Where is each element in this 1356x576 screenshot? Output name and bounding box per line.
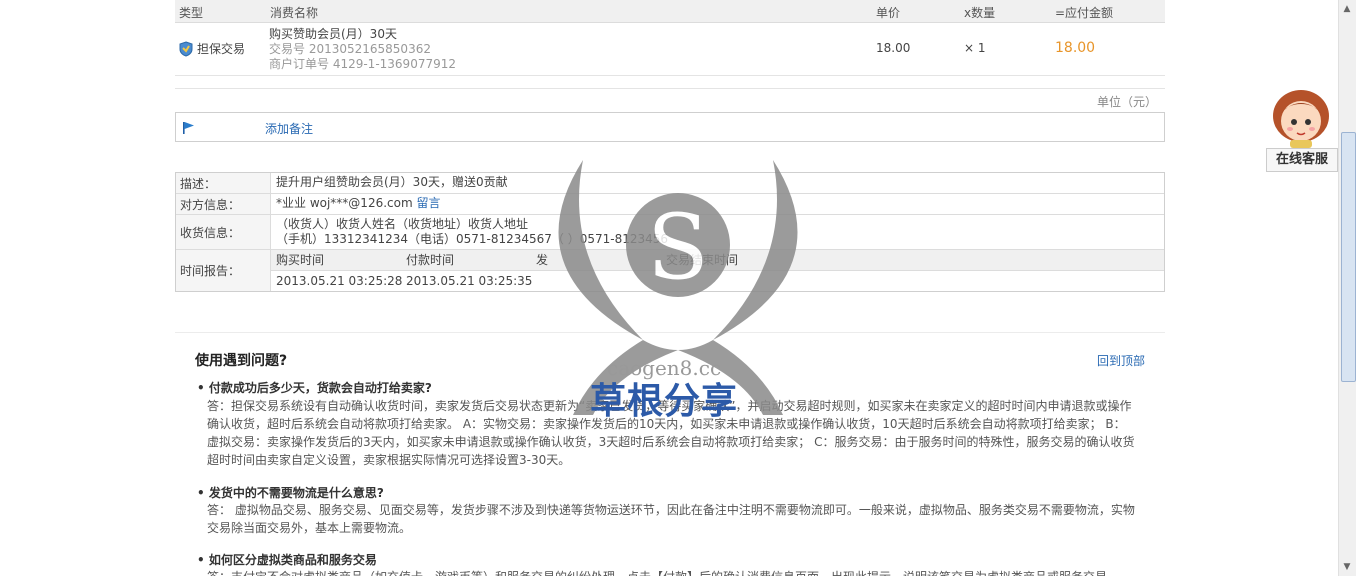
product-name: 购买赞助会员(月）30天 (269, 27, 397, 41)
info-row-desc: 描述： 提升用户组赞助会员(月）30天，赠送0贡献 (176, 173, 1164, 194)
online-service-button[interactable]: 在线客服 (1266, 148, 1338, 172)
col-name: 消费名称 (270, 6, 319, 20)
message-link[interactable]: 留言 (416, 196, 440, 210)
faq-title: 使用遇到问题? (195, 353, 288, 369)
ship-value: （收货人）收货人姓名（收货地址）收货人地址 （手机）13312341234（电话… (271, 215, 1164, 249)
time-header-buy: 购买时间 (276, 253, 325, 267)
time-header-ship: 发 (536, 253, 549, 267)
scroll-thumb[interactable] (1341, 132, 1356, 382)
merchant-order-number: 商户订单号 4129-1-1369077912 (269, 57, 456, 71)
desc-value: 提升用户组赞助会员(月）30天，赠送0贡献 (276, 175, 508, 189)
watermark-name: 草根分享 (590, 381, 739, 422)
flag-icon (183, 122, 194, 134)
remark-bar: 添加备注 (175, 112, 1165, 142)
time-table: 购买时间 付款时间 发 交易结束时间 2013.05.21 03:25:28 2… (271, 250, 1164, 291)
order-row: 担保交易 购买赞助会员(月）30天 交易号 2013052165850362 商… (175, 23, 1165, 76)
trade-type: 担保交易 (179, 40, 245, 57)
ship-line-1: （收货人）收货人姓名（收货地址）收货人地址 (276, 217, 529, 231)
online-service-widget[interactable]: 在线客服 (1266, 86, 1338, 172)
vertical-scrollbar[interactable]: ▲ ▼ (1338, 0, 1356, 576)
faq-question-1-text: 付款成功后多少天，货款会自动打给卖家? (208, 381, 432, 395)
faq-question-3: • 如何区分虚拟类商品和服务交易 (197, 553, 377, 567)
product-info: 购买赞助会员(月）30天 交易号 2013052165850362 商户订单号 … (269, 27, 456, 72)
unit-note: 单位（元） (1096, 95, 1157, 109)
back-to-top-link[interactable]: 回到顶部 (1097, 352, 1145, 369)
faq-answer-2: 答： 虚拟物品交易、服务交易、见面交易等，发货步骤不涉及到快递等货物运送环节，因… (207, 503, 1135, 535)
info-row-party: 对方信息： *业业 woj***@126.com 留言 (176, 194, 1164, 215)
order-info-table: 描述： 提升用户组赞助会员(月）30天，赠送0贡献 对方信息： *业业 woj*… (175, 172, 1165, 292)
ship-line-2: （手机）13312341234（电话）0571-81234567（ ）0571-… (276, 232, 669, 246)
time-header-row: 购买时间 付款时间 发 交易结束时间 (271, 250, 1164, 271)
unit-price: 18.00 (876, 41, 911, 55)
time-header-pay: 付款时间 (406, 253, 455, 267)
shield-icon (179, 40, 193, 57)
info-row-time: 时间报告： 购买时间 付款时间 发 交易结束时间 2013.05.21 03:2… (176, 250, 1164, 291)
faq-answer-3: 答：支付宝不会对虚拟类商品（如充值卡、游戏币等）和服务交易的纠纷处理，点击【付款… (207, 568, 1137, 576)
party-value: *业业 woj***@126.com 留言 (271, 194, 1164, 214)
party-label: 对方信息： (176, 194, 271, 214)
faq-question-2: • 发货中的不需要物流是什么意思? (197, 486, 384, 500)
trade-type-label: 担保交易 (197, 42, 246, 56)
faq-divider (175, 332, 1165, 333)
scroll-up-arrow-icon[interactable]: ▲ (1342, 4, 1352, 14)
service-avatar-icon (1273, 90, 1329, 148)
time-value-buy: 2013.05.21 03:25:28 (276, 274, 403, 288)
divider (175, 88, 1165, 89)
desc-label: 描述： (176, 173, 271, 193)
add-remark-link[interactable]: 添加备注 (265, 120, 313, 137)
info-row-shipping: 收货信息： （收货人）收货人姓名（收货地址）收货人地址 （手机）13312341… (176, 215, 1164, 250)
col-total: =应付金额 (1055, 6, 1114, 20)
col-price: 单价 (876, 6, 901, 20)
time-value-ship (536, 271, 666, 291)
time-value-pay: 2013.05.21 03:25:35 (406, 274, 533, 288)
time-value-row: 2013.05.21 03:25:28 2013.05.21 03:25:35 (271, 271, 1164, 291)
time-header-end: 交易结束时间 (666, 253, 739, 267)
faq-question-3-text: 如何区分虚拟类商品和服务交易 (208, 553, 377, 567)
time-label: 时间报告： (176, 250, 271, 291)
ship-label: 收货信息： (176, 215, 271, 249)
col-type: 类型 (179, 6, 204, 20)
faq-question-2-text: 发货中的不需要物流是什么意思? (208, 486, 384, 500)
total-amount: 18.00 (1055, 40, 1096, 56)
party-account: *业业 woj***@126.com (276, 196, 413, 210)
faq-question-1: • 付款成功后多少天，货款会自动打给卖家? (197, 381, 432, 395)
time-value-end (666, 271, 796, 291)
col-qty: x数量 (964, 6, 996, 20)
quantity: × 1 (964, 41, 986, 55)
trade-number: 交易号 2013052165850362 (269, 42, 431, 56)
order-table-header: 类型 消费名称 单价 x数量 =应付金额 (175, 0, 1165, 23)
scroll-down-arrow-icon[interactable]: ▼ (1342, 562, 1352, 572)
